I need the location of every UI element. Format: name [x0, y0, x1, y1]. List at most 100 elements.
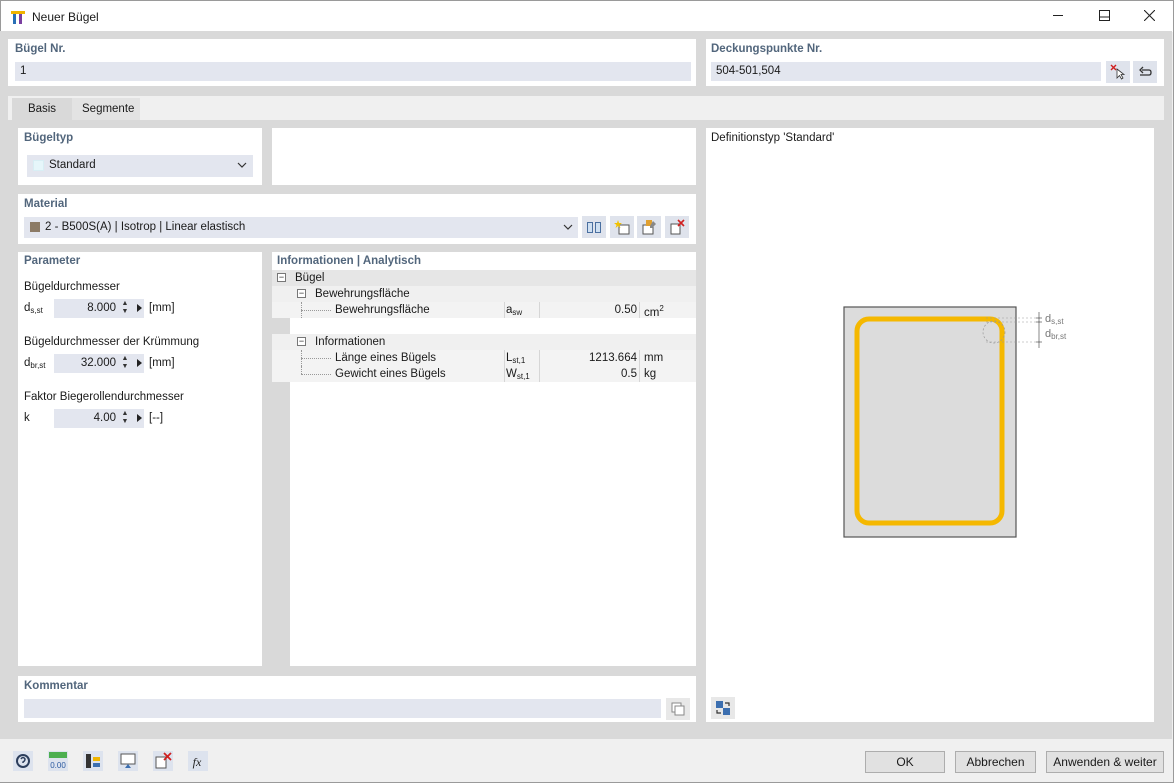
title-bar: Neuer Bügel	[1, 1, 1173, 32]
dbr-spinner[interactable]: 32.000 ▲ ▼	[54, 354, 144, 373]
tree-row-group[interactable]: − Informationen	[272, 334, 696, 350]
material-select[interactable]: 2 - B500S(A) | Isotrop | Linear elastisc…	[24, 217, 578, 238]
kommentar-field[interactable]	[24, 699, 661, 718]
row-name: Gewicht eines Bügels	[335, 368, 446, 380]
ok-button[interactable]: OK	[865, 751, 945, 773]
buegel-nr-field[interactable]: 1	[15, 62, 691, 81]
spin-arrows-icon[interactable]: ▲ ▼	[120, 300, 130, 317]
view-swap-icon	[716, 701, 730, 715]
kommentar-button[interactable]	[666, 698, 690, 720]
play-icon[interactable]	[137, 414, 142, 422]
cancel-button[interactable]: Abbrechen	[955, 751, 1036, 773]
collapse-icon[interactable]: −	[297, 289, 306, 298]
tree-root-label: Bügel	[295, 272, 325, 284]
group-label: Bewehrungsfläche	[315, 288, 410, 300]
delete-button[interactable]	[151, 750, 175, 772]
delete-icon	[153, 751, 173, 771]
new-star-icon	[614, 220, 630, 235]
row-unit: mm	[644, 352, 664, 364]
row-name: Länge eines Bügels	[335, 352, 437, 364]
k-spinner[interactable]: 4.00 ▲ ▼	[54, 409, 144, 428]
formula-icon: fx	[188, 751, 208, 771]
copy-icon	[671, 702, 685, 716]
tree-row-group[interactable]: − Bewehrungsfläche	[272, 286, 696, 302]
spin-arrows-icon[interactable]: ▲ ▼	[120, 410, 130, 427]
param-symbol-ds: ds,st	[24, 302, 43, 315]
edit-material-button[interactable]	[637, 216, 661, 238]
view-icon	[118, 751, 138, 771]
type-swatch	[33, 160, 44, 171]
tab-segmente[interactable]: Segmente	[72, 98, 140, 120]
parameter-label: Parameter	[24, 255, 81, 267]
param-title-dbr: Bügeldurchmesser der Krümmung	[24, 336, 200, 348]
svg-text:0.00: 0.00	[50, 761, 66, 770]
display-button[interactable]	[81, 750, 105, 772]
tree-row-item[interactable]: Länge eines Bügels Lst,1 1213.664 mm	[272, 350, 696, 366]
buegeltyp-select[interactable]: Standard	[27, 155, 253, 177]
maximize-button[interactable]	[1081, 0, 1127, 31]
tree-row-item[interactable]: Bewehrungsfläche asw 0.50 cm2	[272, 302, 696, 319]
minimize-button[interactable]	[1035, 0, 1081, 31]
dbr-unit: [mm]	[149, 357, 175, 369]
new-material-button[interactable]	[610, 216, 634, 238]
blank-panel	[272, 128, 696, 185]
svg-text:fx: fx	[193, 755, 202, 769]
tree-row-item[interactable]: Gewicht eines Bügels Wst,1 0.5 kg	[272, 366, 696, 382]
deckungspunkte-field[interactable]: 504-501,504	[711, 62, 1101, 81]
col-divider	[504, 366, 505, 382]
help-button[interactable]	[11, 750, 35, 772]
row-value: 0.5	[621, 368, 637, 380]
col-divider	[504, 302, 505, 318]
col-divider	[639, 302, 640, 318]
play-icon[interactable]	[137, 359, 142, 367]
tree-row-root[interactable]: − Bügel	[272, 270, 696, 286]
view-button[interactable]	[116, 750, 140, 772]
param-title-k: Faktor Biegerollendurchmesser	[24, 391, 184, 403]
buegel-nr-panel: Bügel Nr. 1	[8, 39, 696, 86]
chevron-down-icon	[237, 162, 247, 168]
library-book-icon	[587, 222, 601, 233]
material-label: Material	[24, 198, 68, 210]
units-button[interactable]: 0.00	[46, 750, 70, 772]
help-icon	[13, 751, 33, 771]
row-symbol: Wst,1	[506, 368, 530, 381]
minimize-icon	[1052, 15, 1063, 16]
preview-options-button[interactable]	[711, 697, 735, 719]
deckungspunkte-panel: Deckungspunkte Nr. 504-501,504	[706, 39, 1164, 86]
ds-value: 8.000	[87, 302, 116, 314]
collapse-icon[interactable]: −	[297, 337, 306, 346]
buegeltyp-label: Bügeltyp	[24, 132, 74, 144]
param-title-ds: Bügeldurchmesser	[24, 281, 120, 293]
spin-arrows-icon[interactable]: ▲ ▼	[120, 355, 130, 372]
close-button[interactable]	[1126, 0, 1172, 31]
material-library-button[interactable]	[582, 216, 606, 238]
ds-spinner[interactable]: 8.000 ▲ ▼	[54, 299, 144, 318]
tab-basis[interactable]: Basis	[12, 98, 72, 120]
col-divider	[639, 350, 640, 366]
collapse-icon[interactable]: −	[277, 273, 286, 282]
ds-unit: [mm]	[149, 302, 175, 314]
material-swatch	[30, 222, 40, 232]
tree-line	[301, 374, 331, 375]
pick-button[interactable]	[1106, 61, 1130, 83]
delete-material-button[interactable]	[665, 216, 689, 238]
window-title: Neuer Bügel	[32, 10, 99, 24]
preview-title: Definitionstyp 'Standard'	[711, 132, 835, 144]
apply-button[interactable]: Anwenden & weiter	[1046, 751, 1164, 773]
formula-button[interactable]: fx	[186, 750, 210, 772]
k-value: 4.00	[93, 412, 116, 424]
edit-icon	[642, 220, 656, 235]
label-dbr: dbr,st	[1045, 328, 1067, 341]
col-divider	[639, 366, 640, 382]
tab-strip	[8, 96, 1164, 120]
play-icon[interactable]	[137, 304, 142, 312]
material-value: 2 - B500S(A) | Isotrop | Linear elastisc…	[45, 221, 246, 233]
col-divider	[539, 302, 540, 318]
kommentar-panel: Kommentar	[18, 676, 696, 722]
col-divider	[539, 350, 540, 366]
material-panel: Material 2 - B500S(A) | Isotrop | Linear…	[18, 194, 696, 244]
col-divider	[539, 366, 540, 382]
label-ds: ds,st	[1045, 313, 1064, 326]
reverse-button[interactable]	[1133, 61, 1157, 83]
buegeltyp-panel: Bügeltyp Standard	[18, 128, 262, 185]
